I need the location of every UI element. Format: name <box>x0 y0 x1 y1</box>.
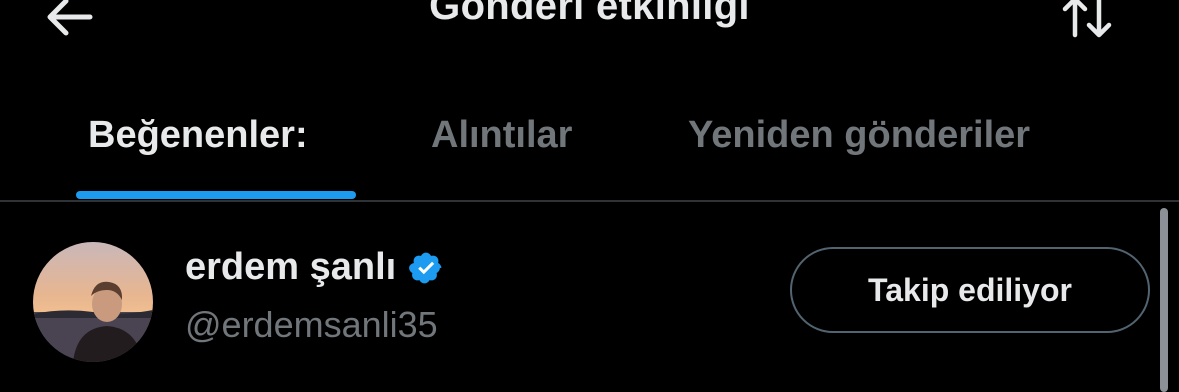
following-button[interactable]: Takip ediliyor <box>790 247 1150 333</box>
name-line: erdem şanlı <box>185 246 444 289</box>
header: Gönderi etkinliği <box>0 0 1179 60</box>
post-activity-screen: Gönderi etkinliği Beğenenler: Alıntılar … <box>0 0 1179 392</box>
avatar-photo <box>33 242 153 362</box>
tab-quotes[interactable]: Alıntılar <box>431 114 572 157</box>
tab-likes[interactable]: Beğenenler: <box>88 114 308 157</box>
active-tab-indicator <box>76 191 356 199</box>
tab-bar: Beğenenler: Alıntılar Yeniden gönderiler <box>0 100 1179 200</box>
user-list-item[interactable]: erdem şanlı @erdemsanli35 Takip ediliyor <box>0 202 1150 392</box>
tab-reposts[interactable]: Yeniden gönderiler <box>688 114 1030 157</box>
display-name[interactable]: erdem şanlı <box>185 246 396 289</box>
scrollbar[interactable] <box>1160 208 1168 392</box>
page-title: Gönderi etkinliği <box>429 0 750 28</box>
verified-badge-icon <box>408 250 444 286</box>
avatar[interactable] <box>33 242 153 362</box>
user-handle[interactable]: @erdemsanli35 <box>185 304 438 346</box>
sort-button[interactable] <box>1056 0 1118 42</box>
sort-arrows-icon <box>1062 0 1112 38</box>
